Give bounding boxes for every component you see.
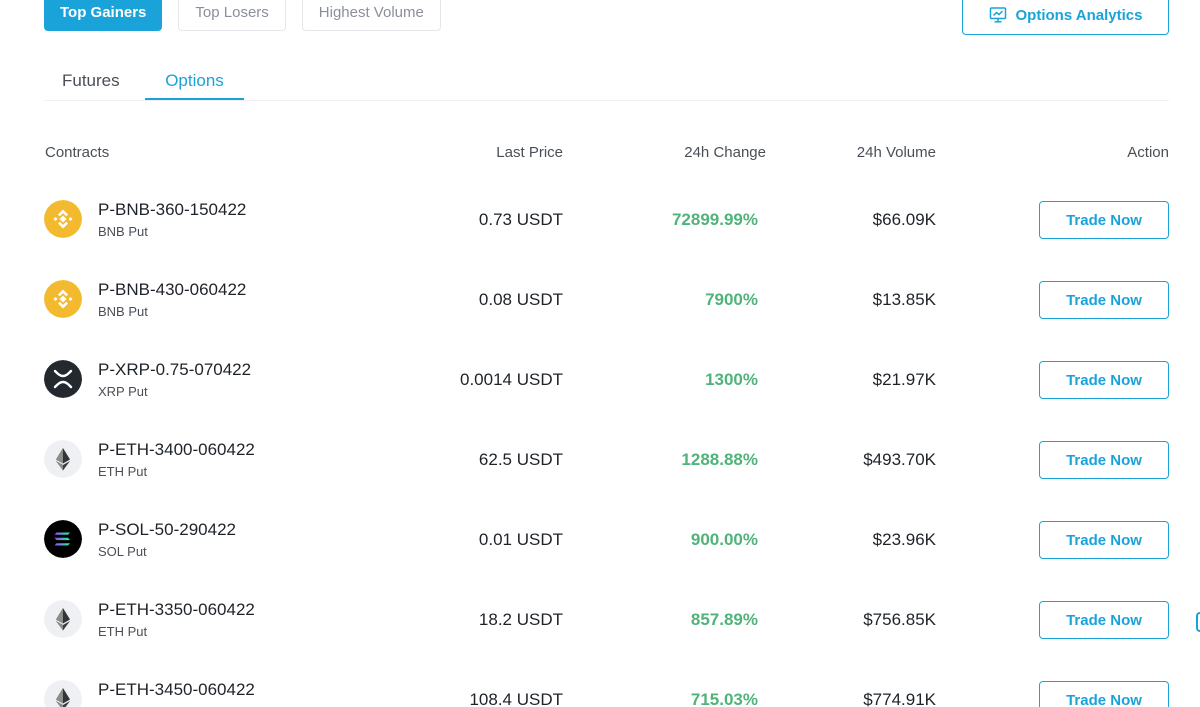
last-price: 0.08 USDT — [478, 290, 563, 309]
sol-coin-icon — [44, 520, 82, 558]
24h-volume: $774.91K — [863, 690, 936, 707]
eth-coin-icon — [44, 680, 82, 707]
filter-highest-volume[interactable]: Highest Volume — [301, 0, 441, 31]
contract-underlying: BNB Put — [98, 224, 148, 239]
contract-symbol[interactable]: P-BNB-430-060422 — [98, 280, 246, 300]
last-price: 0.0014 USDT — [460, 370, 563, 389]
24h-change: 7900% — [705, 290, 758, 309]
header-24h-volume: 24h Volume — [856, 144, 936, 161]
options-market-page: Top Gainers Top Losers Highest Volume Op… — [0, 0, 1200, 707]
trade-now-button[interactable]: Trade Now — [1039, 601, 1169, 639]
trade-now-button[interactable]: Trade Now — [1039, 281, 1169, 319]
24h-volume: $756.85K — [863, 610, 936, 629]
floating-widget-edge[interactable] — [1196, 612, 1200, 632]
contract-underlying: XRP Put — [98, 384, 148, 399]
filter-top-gainers[interactable]: Top Gainers — [44, 0, 163, 31]
contract-underlying: ETH Put — [98, 624, 148, 639]
table-row: P-SOL-50-290422 SOL Put 0.01 USDT 900.00% $2… — [0, 500, 1200, 580]
trade-now-button[interactable]: Trade Now — [1039, 441, 1169, 479]
24h-change: 715.03% — [690, 690, 758, 707]
table-row: P-BNB-430-060422 BNB Put 0.08 USDT 7900% $13… — [0, 260, 1200, 340]
contract-symbol[interactable]: P-ETH-3350-060422 — [98, 600, 255, 620]
bnb-coin-icon — [44, 280, 82, 318]
24h-volume: $21.97K — [872, 370, 936, 389]
table-row: P-XRP-0.75-070422 XRP Put 0.0014 USDT 1300%… — [0, 340, 1200, 420]
table-row: P-BNB-360-150422 BNB Put 0.73 USDT 72899.99… — [0, 180, 1200, 260]
eth-coin-icon — [44, 600, 82, 638]
contract-underlying: SOL Put — [98, 544, 147, 559]
eth-coin-icon — [44, 440, 82, 478]
24h-volume: $13.85K — [872, 290, 936, 309]
24h-change: 72899.99% — [671, 210, 758, 229]
24h-change: 1300% — [705, 370, 758, 389]
last-price: 18.2 USDT — [478, 610, 563, 629]
contract-underlying: ETH Put — [98, 464, 148, 479]
contract-symbol[interactable]: P-BNB-360-150422 — [98, 200, 246, 220]
market-tabs: Futures Options — [44, 64, 1169, 101]
last-price: 62.5 USDT — [478, 450, 563, 469]
last-price: 0.01 USDT — [478, 530, 563, 549]
24h-change: 900.00% — [690, 530, 758, 549]
options-analytics-button[interactable]: Options Analytics — [962, 0, 1169, 35]
24h-volume: $66.09K — [872, 210, 936, 229]
table-row: P-ETH-3350-060422 ETH Put 18.2 USDT 857.89%… — [0, 580, 1200, 660]
trade-now-button[interactable]: Trade Now — [1039, 521, 1169, 559]
contract-underlying: BNB Put — [98, 304, 148, 319]
table-header: Contracts Last Price 24h Change 24h Volu… — [0, 140, 1200, 164]
contract-symbol[interactable]: P-XRP-0.75-070422 — [98, 360, 251, 380]
trade-now-button[interactable]: Trade Now — [1039, 201, 1169, 239]
24h-volume: $493.70K — [863, 450, 936, 469]
table-row: P-ETH-3400-060422 ETH Put 62.5 USDT 1288.88… — [0, 420, 1200, 500]
header-last-price: Last Price — [496, 144, 563, 161]
header-action: Action — [1127, 144, 1169, 161]
options-analytics-label: Options Analytics — [1015, 6, 1143, 24]
bnb-coin-icon — [44, 200, 82, 238]
xrp-coin-icon — [44, 360, 82, 398]
monitor-chart-icon — [989, 7, 1006, 23]
ranking-filter-bar: Top Gainers Top Losers Highest Volume — [44, 0, 441, 31]
last-price: 108.4 USDT — [469, 690, 563, 707]
24h-change: 857.89% — [690, 610, 758, 629]
trade-now-button[interactable]: Trade Now — [1039, 361, 1169, 399]
table-row: P-ETH-3450-060422ETH Put108.4 USDT715.03… — [0, 660, 1200, 707]
contract-symbol[interactable]: P-ETH-3450-060422 — [98, 680, 255, 700]
last-price: 0.73 USDT — [478, 210, 563, 229]
tab-options[interactable]: Options — [145, 64, 244, 100]
filter-top-losers[interactable]: Top Losers — [178, 0, 286, 31]
header-24h-change: 24h Change — [684, 144, 766, 161]
trade-now-button[interactable]: Trade Now — [1039, 681, 1169, 707]
contract-symbol[interactable]: P-ETH-3400-060422 — [98, 440, 255, 460]
tab-futures[interactable]: Futures — [44, 64, 138, 100]
24h-volume: $23.96K — [872, 530, 936, 549]
24h-change: 1288.88% — [681, 450, 758, 469]
header-contracts: Contracts — [45, 144, 110, 161]
contract-symbol[interactable]: P-SOL-50-290422 — [98, 520, 236, 540]
